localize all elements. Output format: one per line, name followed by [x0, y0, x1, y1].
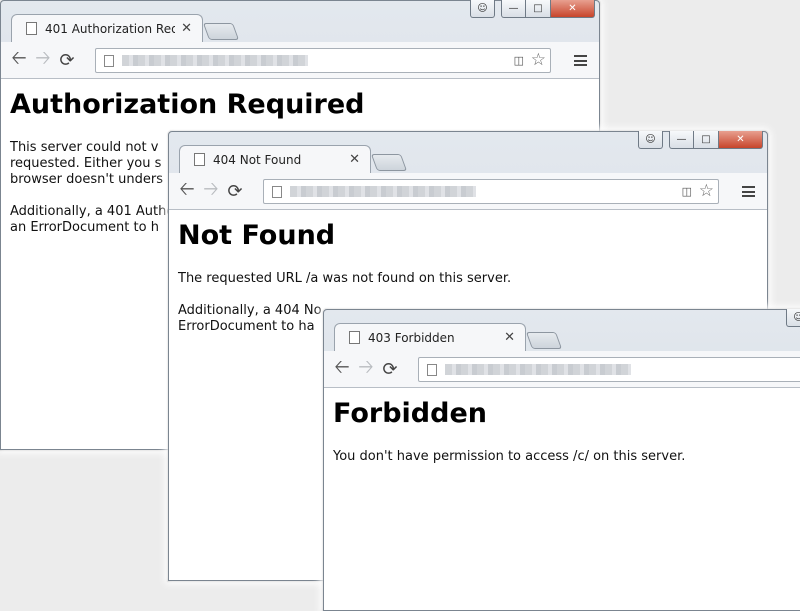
paragraph: The requested URL /a was not found on th… [178, 271, 512, 286]
forward-icon[interactable]: 🡢 [199, 175, 223, 207]
close-window-button[interactable]: ✕ [551, 0, 595, 18]
toolbar: 🡠 🡢 ⟳ [324, 351, 800, 388]
tab-title: 403 Forbidden [368, 330, 455, 345]
blurred-url [445, 364, 631, 375]
page-icon [427, 363, 437, 376]
blurred-url [290, 186, 476, 197]
close-window-button[interactable]: ✕ [719, 131, 763, 149]
tab-title: 401 Authorization Required [45, 21, 176, 36]
back-icon[interactable]: 🡠 [330, 353, 354, 385]
toolbar: 🡠 🡢 ⟳ ◫ ☆ [169, 173, 767, 210]
page-icon [194, 153, 205, 166]
window-caption-buttons: ☺ — □ ✕ [638, 131, 763, 152]
tab-401[interactable]: 401 Authorization Required ✕ [11, 14, 203, 42]
profile-icon[interactable]: ☺ [638, 131, 663, 149]
tab-404[interactable]: 404 Not Found ✕ [179, 145, 371, 173]
tab-403[interactable]: 403 Forbidden ✕ [334, 323, 526, 351]
menu-icon[interactable] [742, 186, 755, 197]
page-heading: Not Found [178, 220, 336, 251]
page-heading: Forbidden [333, 398, 487, 429]
minimize-button[interactable]: — [501, 0, 526, 18]
menu-icon[interactable] [574, 55, 587, 66]
new-tab-button[interactable] [202, 23, 240, 40]
page-icon [26, 22, 37, 35]
minimize-button[interactable]: — [669, 131, 694, 149]
page-icon [104, 54, 114, 67]
blurred-url [122, 55, 308, 66]
new-tab-button[interactable] [370, 154, 408, 171]
profile-icon[interactable]: ☺ [470, 0, 495, 18]
maximize-button[interactable]: □ [526, 0, 551, 18]
reload-icon[interactable]: ⟳ [378, 359, 402, 380]
translate-icon[interactable]: ◫ [514, 54, 524, 67]
back-icon[interactable]: 🡠 [175, 175, 199, 207]
toolbar: 🡠 🡢 ⟳ ◫ ☆ [1, 42, 599, 79]
close-tab-icon[interactable]: ✕ [349, 152, 360, 167]
window-caption-buttons: ☺ [786, 309, 800, 330]
tab-title: 404 Not Found [213, 152, 302, 167]
translate-icon[interactable]: ◫ [682, 185, 692, 198]
page-icon [272, 185, 282, 198]
reload-icon[interactable]: ⟳ [55, 50, 79, 71]
paragraph: You don't have permission to access /c/ … [333, 449, 686, 464]
close-tab-icon[interactable]: ✕ [181, 21, 192, 36]
star-icon[interactable]: ☆ [699, 181, 714, 201]
maximize-button[interactable]: □ [694, 131, 719, 149]
page-content: Forbidden You don't have permission to a… [324, 388, 800, 610]
star-icon[interactable]: ☆ [531, 50, 546, 70]
reload-icon[interactable]: ⟳ [223, 181, 247, 202]
profile-icon[interactable]: ☺ [786, 309, 800, 327]
address-bar[interactable]: ◫ ☆ [95, 48, 551, 73]
new-tab-button[interactable] [525, 332, 563, 349]
address-bar[interactable]: ◫ ☆ [263, 179, 719, 204]
back-icon[interactable]: 🡠 [7, 44, 31, 76]
window-caption-buttons: ☺ — □ ✕ [470, 0, 595, 21]
browser-window-403: ☺ 403 Forbidden ✕ 🡠 🡢 ⟳ Forbidden You do… [323, 309, 800, 611]
page-icon [349, 331, 360, 344]
page-heading: Authorization Required [10, 89, 365, 120]
close-tab-icon[interactable]: ✕ [504, 330, 515, 345]
forward-icon[interactable]: 🡢 [354, 353, 378, 385]
forward-icon[interactable]: 🡢 [31, 44, 55, 76]
address-bar[interactable] [418, 357, 800, 382]
